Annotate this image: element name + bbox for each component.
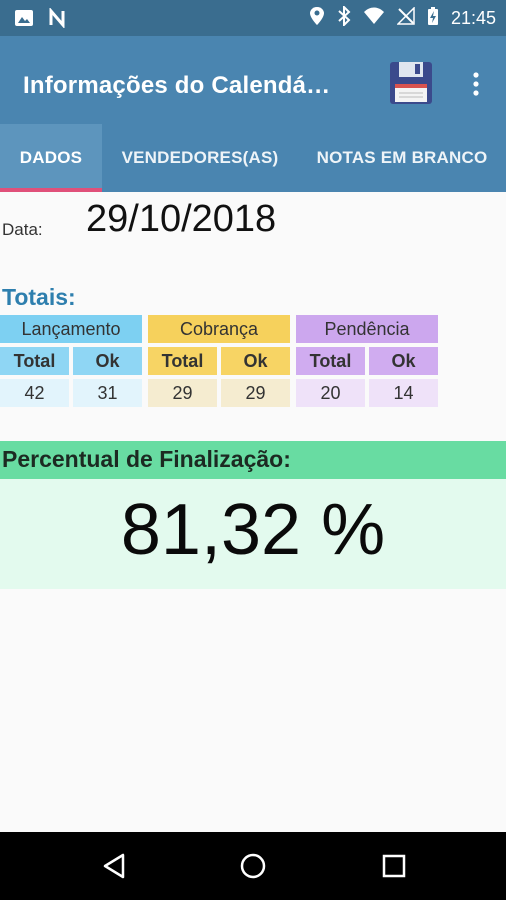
sub-header-ok: Ok	[221, 347, 290, 375]
value-total: 42	[0, 379, 69, 407]
tab-label: DADOS	[19, 148, 83, 167]
group-header: Lançamento	[0, 315, 142, 343]
percent-value: 81,32 %	[120, 490, 386, 570]
group-header: Pendência	[296, 315, 438, 343]
sub-header-ok: Ok	[73, 347, 142, 375]
home-circle-icon	[240, 853, 266, 879]
group-header: Cobrança	[148, 315, 290, 343]
wifi-icon	[363, 7, 385, 30]
back-button[interactable]	[96, 848, 132, 884]
more-vert-icon	[473, 72, 479, 96]
sub-header-total: Total	[296, 347, 365, 375]
navigation-bar	[0, 832, 506, 900]
value-total: 29	[148, 379, 217, 407]
tab-vendedores[interactable]: VENDEDORES(AS)	[102, 124, 298, 192]
image-icon	[14, 8, 34, 33]
sub-header-total: Total	[0, 347, 69, 375]
more-options-button[interactable]	[464, 68, 488, 100]
no-signal-icon	[396, 6, 415, 30]
value-ok: 29	[221, 379, 290, 407]
battery-charging-icon	[427, 6, 439, 31]
back-triangle-icon	[103, 853, 125, 879]
value-ok: 31	[73, 379, 142, 407]
value-total: 20	[296, 379, 365, 407]
tab-dados[interactable]: DADOS	[0, 124, 102, 192]
recents-button[interactable]	[376, 848, 412, 884]
value-ok: 14	[369, 379, 438, 407]
floppy-disk-icon	[390, 62, 432, 104]
percent-panel: 81,32 %	[0, 479, 506, 589]
app-title: Informações do Calendá…	[23, 72, 331, 99]
tab-notas-em-branco[interactable]: NOTAS EM BRANCO	[298, 124, 506, 192]
group-cobranca: Cobrança Total Ok 29 29	[148, 315, 290, 407]
bluetooth-icon	[337, 4, 351, 31]
save-button[interactable]	[388, 60, 434, 106]
n-icon	[48, 6, 68, 33]
group-pendencia: Pendência Total Ok 20 14	[296, 315, 438, 407]
location-icon	[309, 6, 325, 31]
date-value: 29/10/2018	[86, 198, 277, 240]
percent-label: Percentual de Finalização:	[2, 446, 291, 472]
group-lancamento: Lançamento Total Ok 42 31	[0, 315, 142, 407]
percent-header: Percentual de Finalização:	[0, 441, 506, 479]
status-bar: 21:45	[0, 0, 506, 36]
app-bar: Informações do Calendá…	[0, 36, 506, 124]
sub-header-ok: Ok	[369, 347, 438, 375]
clock: 21:45	[450, 8, 496, 28]
totals-title: Totais:	[2, 284, 76, 310]
tab-label: VENDEDORES(AS)	[121, 148, 279, 167]
recents-square-icon	[382, 854, 406, 878]
sub-header-total: Total	[148, 347, 217, 375]
tab-bar: DADOS VENDEDORES(AS) NOTAS EM BRANCO	[0, 124, 506, 192]
tab-label: NOTAS EM BRANCO	[316, 148, 488, 167]
main-content: Data: 29/10/2018 Totais: Lançamento Tota…	[0, 192, 506, 832]
date-label: Data:	[2, 220, 43, 239]
home-button[interactable]	[235, 848, 271, 884]
